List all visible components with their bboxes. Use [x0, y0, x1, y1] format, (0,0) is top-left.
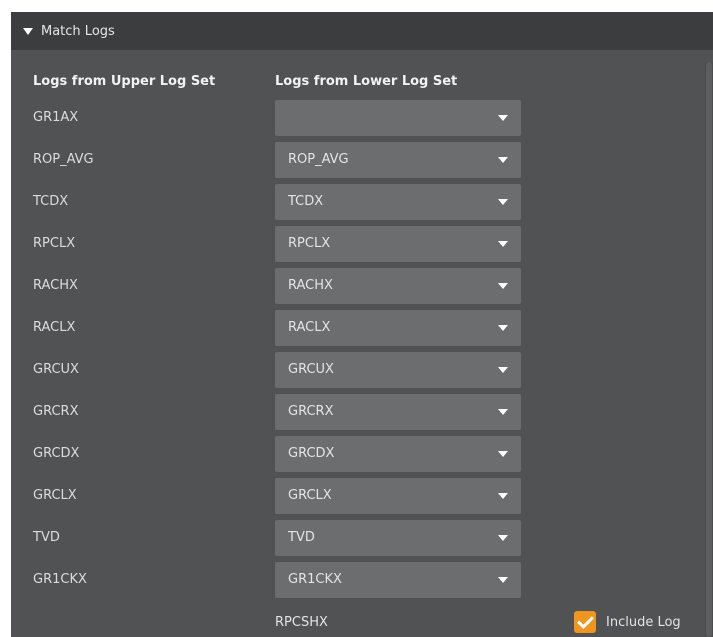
dropdown-arrow-icon[interactable]: [498, 409, 508, 415]
upper-log-name: GRCUX: [33, 362, 79, 377]
dropdown-arrow-icon[interactable]: [498, 199, 508, 205]
lower-log-dropdown[interactable]: GRCLX: [275, 478, 521, 514]
upper-log-name: GR1AX: [33, 110, 79, 125]
lower-log-set-header: Logs from Lower Log Set: [275, 74, 458, 89]
upper-log-name: GRCRX: [33, 404, 79, 419]
vertical-scrollbar[interactable]: [705, 62, 713, 637]
upper-log-name: ROP_AVG: [33, 152, 94, 167]
upper-log-name: TCDX: [33, 194, 69, 209]
lower-log-dropdown[interactable]: ROP_AVG: [275, 142, 521, 178]
dropdown-arrow-icon[interactable]: [498, 577, 508, 583]
lower-log-dropdown[interactable]: RPCLX: [275, 226, 521, 262]
upper-log-name: RACLX: [33, 320, 76, 335]
lower-log-dropdown[interactable]: GR1CKX: [275, 562, 521, 598]
lower-log-selected-value: GR1CKX: [288, 572, 342, 587]
lower-log-selected-value: RPCLX: [288, 236, 331, 251]
upper-log-name: TVD: [33, 530, 60, 545]
lower-log-dropdown[interactable]: GRCRX: [275, 394, 521, 430]
lower-log-dropdown[interactable]: GRCUX: [275, 352, 521, 388]
match-logs-section-header[interactable]: Match Logs: [11, 12, 713, 50]
upper-log-name: RACHX: [33, 278, 78, 293]
lower-log-selected-value: ROP_AVG: [288, 152, 349, 167]
dropdown-arrow-icon[interactable]: [498, 157, 508, 163]
lower-log-selected-value: GRCRX: [288, 404, 334, 419]
dropdown-arrow-icon[interactable]: [498, 283, 508, 289]
lower-log-dropdown[interactable]: TVD: [275, 520, 521, 556]
include-log-control[interactable]: Include Log: [574, 611, 681, 633]
lower-log-dropdown[interactable]: TCDX: [275, 184, 521, 220]
lower-log-selected-value: GRCUX: [288, 362, 334, 377]
upper-log-name: GRCDX: [33, 446, 80, 461]
upper-log-name: RPCLX: [33, 236, 76, 251]
lower-log-dropdown[interactable]: GRCDX: [275, 436, 521, 472]
dropdown-arrow-icon[interactable]: [498, 115, 508, 121]
include-log-checkbox[interactable]: [574, 611, 596, 633]
checkmark-icon: [577, 612, 594, 629]
include-log-label: Include Log: [606, 614, 681, 630]
unmatched-lower-log: RPCSHX: [275, 615, 328, 630]
upper-log-set-header: Logs from Upper Log Set: [33, 74, 216, 89]
match-logs-panel: Match Logs Logs from Upper Log Set Logs …: [11, 12, 713, 637]
section-title: Match Logs: [41, 23, 115, 39]
dropdown-arrow-icon[interactable]: [498, 367, 508, 373]
lower-log-selected-value: RACLX: [288, 320, 331, 335]
lower-log-selected-value: TVD: [288, 530, 315, 545]
dropdown-arrow-icon[interactable]: [498, 325, 508, 331]
lower-log-dropdown[interactable]: [275, 100, 521, 136]
dropdown-arrow-icon[interactable]: [498, 451, 508, 457]
dropdown-arrow-icon[interactable]: [498, 535, 508, 541]
collapse-triangle-icon[interactable]: [23, 27, 33, 35]
lower-log-selected-value: GRCLX: [288, 488, 332, 503]
lower-log-selected-value: RACHX: [288, 278, 333, 293]
scrollbar-thumb[interactable]: [706, 62, 712, 637]
lower-log-dropdown[interactable]: RACHX: [275, 268, 521, 304]
upper-log-name: GR1CKX: [33, 572, 87, 587]
lower-log-selected-value: TCDX: [288, 194, 324, 209]
lower-log-dropdown[interactable]: RACLX: [275, 310, 521, 346]
lower-log-selected-value: GRCDX: [288, 446, 335, 461]
dropdown-arrow-icon[interactable]: [498, 241, 508, 247]
dropdown-arrow-icon[interactable]: [498, 493, 508, 499]
upper-log-name: GRCLX: [33, 488, 77, 503]
